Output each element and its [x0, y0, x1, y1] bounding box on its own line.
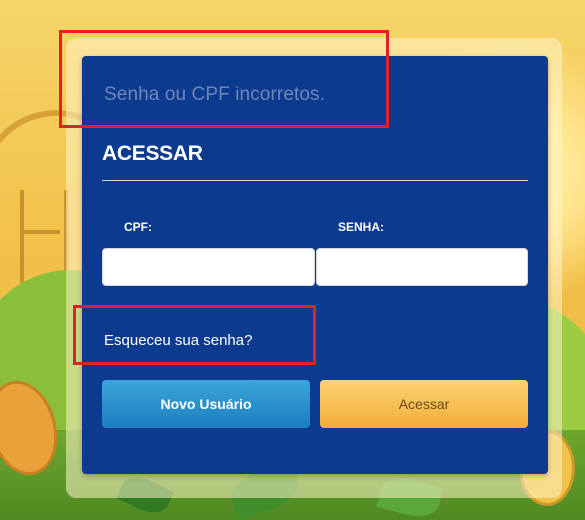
- title-divider: [102, 180, 528, 181]
- cpf-input[interactable]: [102, 248, 315, 286]
- access-button[interactable]: Acessar: [320, 380, 528, 428]
- senha-label: SENHA:: [338, 220, 385, 234]
- highlight-box-error: [59, 30, 389, 128]
- login-title: ACESSAR: [102, 142, 203, 165]
- senha-input[interactable]: [316, 248, 528, 286]
- highlight-box-forgot: [73, 305, 316, 365]
- new-user-button[interactable]: Novo Usuário: [102, 380, 310, 428]
- cpf-label: CPF:: [124, 220, 152, 234]
